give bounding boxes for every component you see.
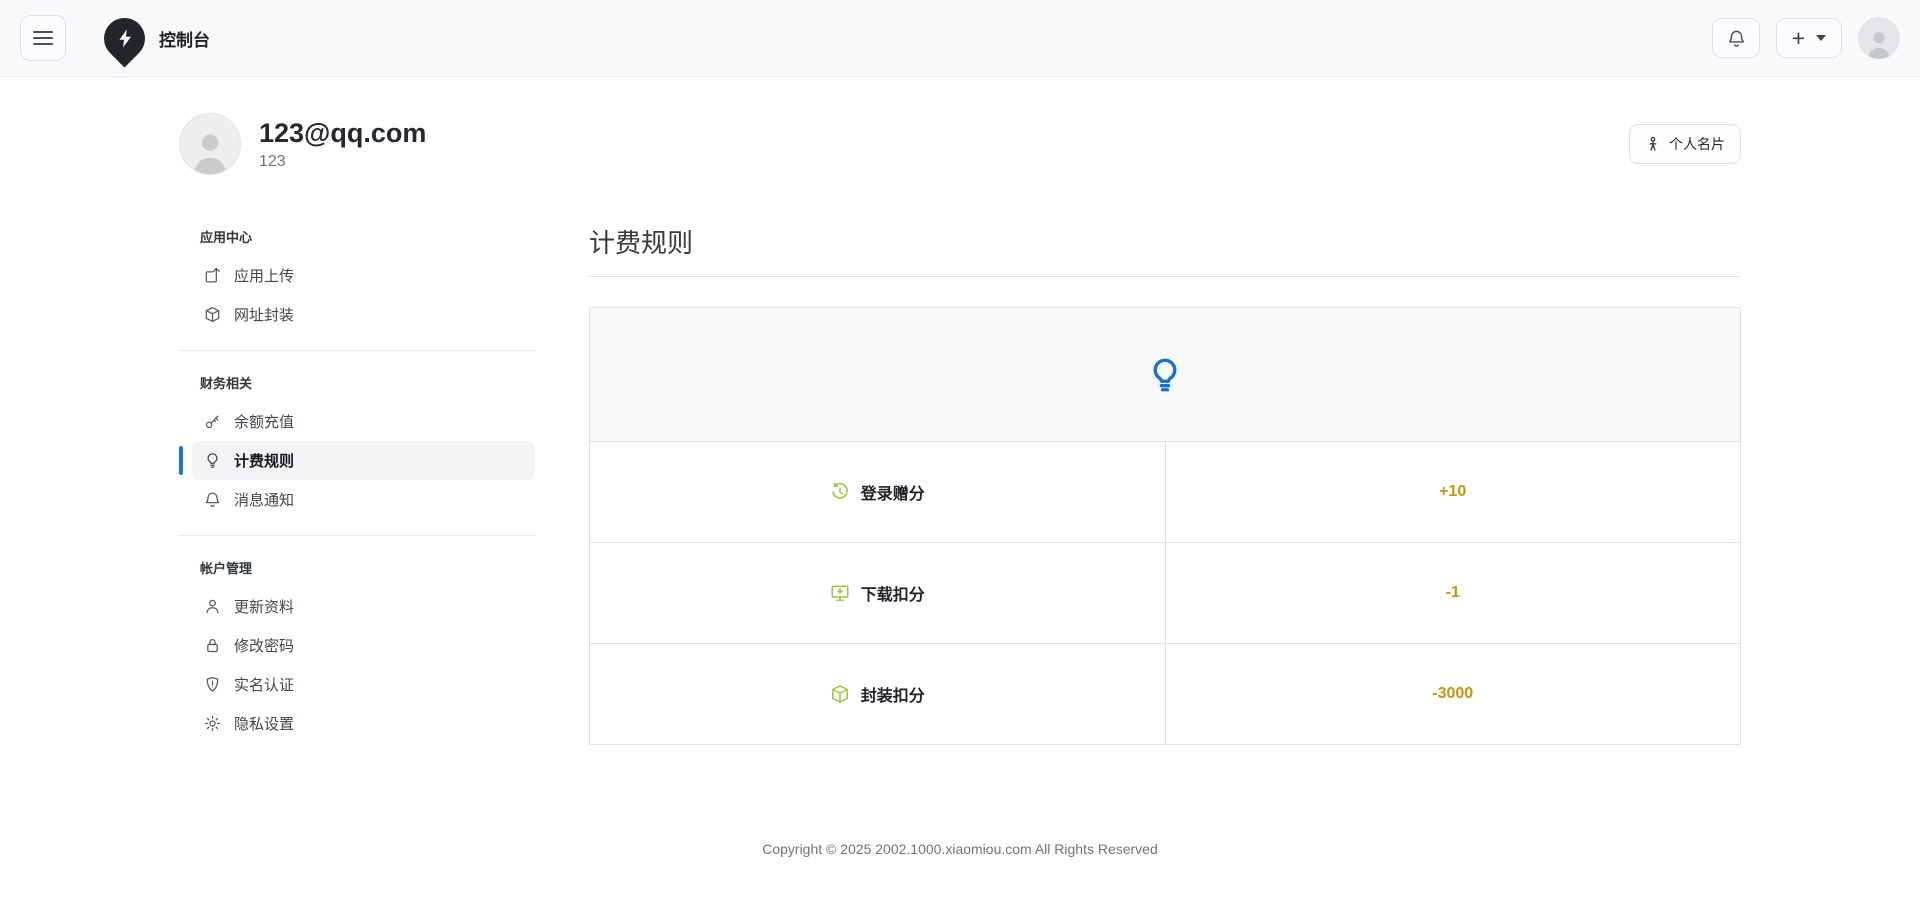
- rule-label-cell: 封装扣分: [590, 644, 1165, 744]
- upload-icon: [204, 267, 221, 284]
- copyright-footer: Copyright © 2025 2002.1000.xiaomiou.com …: [179, 841, 1741, 857]
- sidebar-item-label: 实名认证: [234, 674, 294, 695]
- notifications-button[interactable]: [1712, 18, 1760, 58]
- sidebar-item-label: 更新资料: [234, 596, 294, 617]
- sidebar-item-app-upload[interactable]: 应用上传: [192, 256, 535, 295]
- person-standing-icon: [1645, 136, 1661, 152]
- person-silhouette-icon: [1862, 25, 1896, 59]
- lightning-bolt-icon: [115, 28, 135, 48]
- profile-avatar[interactable]: [179, 113, 241, 175]
- clock-history-icon: [830, 482, 850, 502]
- profile-username: 123: [259, 153, 426, 171]
- cube-icon: [830, 684, 850, 704]
- sidebar-item-label: 网址封装: [234, 304, 294, 325]
- sidebar-item-label: 修改密码: [234, 635, 294, 656]
- table-row: 下载扣分 -1: [590, 542, 1740, 643]
- sidebar-item-notifications[interactable]: 消息通知: [192, 480, 535, 519]
- sidebar-item-label: 消息通知: [234, 489, 294, 510]
- bell-icon: [204, 491, 221, 508]
- lightbulb-icon: [1146, 356, 1184, 394]
- sidebar-section-account: 帐户管理: [192, 552, 535, 587]
- add-dropdown-button[interactable]: +: [1776, 18, 1842, 58]
- navbar-avatar[interactable]: [1858, 17, 1900, 59]
- sidebar-item-label: 余额充值: [234, 411, 294, 432]
- navbar-actions: +: [1712, 17, 1900, 59]
- sidebar-item-label: 计费规则: [234, 450, 294, 471]
- page-title: 计费规则: [589, 221, 1741, 276]
- sidebar-item-label: 隐私设置: [234, 713, 294, 734]
- navbar-title: 控制台: [159, 26, 210, 51]
- top-navbar: 控制台 +: [0, 0, 1920, 77]
- person-icon: [204, 598, 221, 615]
- sidebar-divider: [179, 535, 535, 536]
- sidebar-item-label: 应用上传: [234, 265, 294, 286]
- title-divider: [589, 276, 1741, 277]
- sidebar-item-url-packaging[interactable]: 网址封装: [192, 295, 535, 334]
- app-logo[interactable]: [96, 9, 154, 67]
- sidebar-divider: [179, 350, 535, 351]
- sidebar-item-real-name-verification[interactable]: 实名认证: [192, 665, 535, 704]
- personal-card-button[interactable]: 个人名片: [1629, 124, 1741, 164]
- sidebar-item-balance-recharge[interactable]: 余额充值: [192, 402, 535, 441]
- person-silhouette-icon: [185, 124, 235, 174]
- sidebar-item-change-password[interactable]: 修改密码: [192, 626, 535, 665]
- sidebar-section-finance: 财务相关: [192, 367, 535, 402]
- table-row: 登录赠分 +10: [590, 441, 1740, 542]
- sidebar-item-billing-rules[interactable]: 计费规则: [192, 441, 535, 480]
- plus-icon: +: [1792, 27, 1805, 50]
- lock-icon: [204, 637, 221, 654]
- gear-icon: [204, 715, 221, 732]
- shield-exclamation-icon: [204, 676, 221, 693]
- rule-label-cell: 下载扣分: [590, 543, 1165, 643]
- rule-label: 下载扣分: [861, 581, 925, 605]
- bell-icon: [1727, 29, 1746, 48]
- hamburger-menu-button[interactable]: [20, 15, 66, 61]
- key-icon: [204, 413, 221, 430]
- rule-label: 封装扣分: [861, 682, 925, 706]
- rule-value: -1: [1165, 543, 1741, 643]
- monitor-download-icon: [830, 583, 850, 603]
- profile-info: 123@qq.com 123: [259, 118, 426, 171]
- rule-value: -3000: [1165, 644, 1741, 744]
- lightbulb-icon: [204, 452, 221, 469]
- rule-value: +10: [1165, 442, 1741, 542]
- main-content: 计费规则: [589, 221, 1741, 745]
- sidebar-section-app-center: 应用中心: [192, 221, 535, 256]
- profile-header: 123@qq.com 123 个人名片: [179, 113, 1741, 175]
- rule-label-cell: 登录赠分: [590, 442, 1165, 542]
- cube-icon: [204, 306, 221, 323]
- profile-email: 123@qq.com: [259, 118, 426, 149]
- chevron-down-icon: [1816, 35, 1826, 41]
- billing-rules-table: 登录赠分 +10 下载扣分: [589, 307, 1741, 745]
- table-row: 封装扣分 -3000: [590, 643, 1740, 744]
- sidebar-item-update-profile[interactable]: 更新资料: [192, 587, 535, 626]
- sidebar-item-privacy-settings[interactable]: 隐私设置: [192, 704, 535, 743]
- table-header: [590, 308, 1740, 441]
- personal-card-label: 个人名片: [1669, 134, 1725, 154]
- rule-label: 登录赠分: [861, 480, 925, 504]
- sidebar: 应用中心 应用上传: [179, 221, 535, 743]
